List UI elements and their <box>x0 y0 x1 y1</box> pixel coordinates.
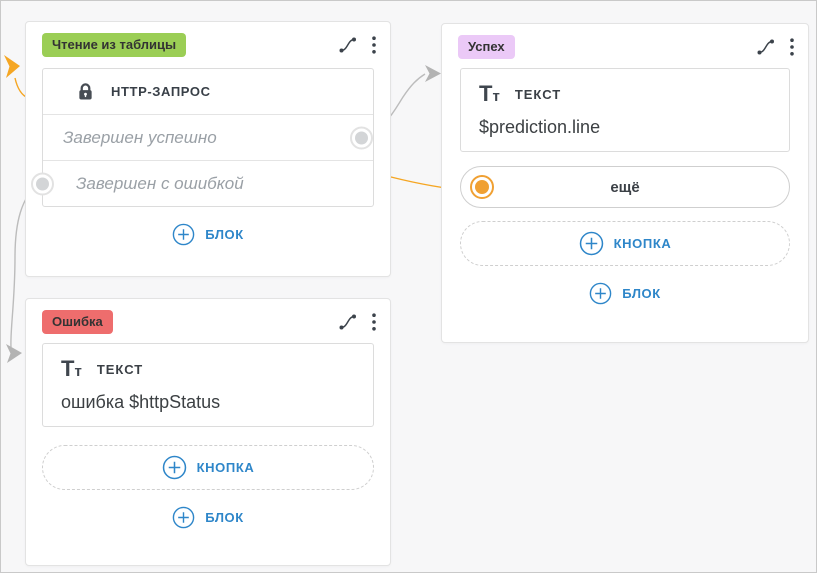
arrowhead-into-success <box>425 65 441 82</box>
plus-icon <box>172 506 195 529</box>
plus-icon <box>579 231 604 256</box>
outcome-error-row[interactable]: Завершен с ошибкой <box>43 161 373 206</box>
plus-icon <box>589 282 612 305</box>
add-button-label: КНОПКА <box>614 236 672 251</box>
http-request-block[interactable]: HTTP-ЗАПРОС Завершен успешно Завершен с … <box>42 68 374 207</box>
card-header: Чтение из таблицы <box>26 22 390 66</box>
kebab-menu-icon[interactable] <box>790 38 794 56</box>
connections-icon[interactable] <box>338 313 358 331</box>
more-button-label: ещё <box>610 179 639 196</box>
outcome-error-label: Завершен с ошибкой <box>76 174 244 194</box>
connection-port-success[interactable] <box>350 126 373 149</box>
flow-canvas: Чтение из таблицы <box>0 0 817 573</box>
connections-icon[interactable] <box>338 36 358 54</box>
add-button-label: КНОПКА <box>197 460 255 475</box>
card-error[interactable]: Ошибка <box>25 298 391 566</box>
http-request-title-row[interactable]: HTTP-ЗАПРОС <box>43 69 373 115</box>
kebab-menu-icon[interactable] <box>372 313 376 331</box>
connection-port-error[interactable] <box>31 172 54 195</box>
add-block-button[interactable]: БЛОК <box>583 281 667 306</box>
add-block-label: БЛОК <box>205 510 244 525</box>
card-title-badge[interactable]: Успех <box>458 35 515 59</box>
text-block-content[interactable]: $prediction.line <box>479 114 775 138</box>
card-header: Успех <box>442 24 808 68</box>
http-block-title: HTTP-ЗАПРОС <box>111 84 211 99</box>
text-block-type-label: ТЕКСТ <box>515 87 561 105</box>
plus-icon <box>172 223 195 246</box>
text-block[interactable]: Tт ТЕКСТ ошибка $httpStatus <box>42 343 374 427</box>
plus-icon <box>162 455 187 480</box>
arrowhead-into-read-table <box>4 55 20 78</box>
add-button-button[interactable]: КНОПКА <box>460 221 790 266</box>
outcome-success-label: Завершен успешно <box>63 128 217 148</box>
card-title-badge[interactable]: Ошибка <box>42 310 113 334</box>
add-block-button[interactable]: БЛОК <box>166 505 250 530</box>
kebab-menu-icon[interactable] <box>372 36 376 54</box>
text-block[interactable]: Tт ТЕКСТ $prediction.line <box>460 68 790 152</box>
add-block-button[interactable]: БЛОК <box>166 222 250 247</box>
lock-icon <box>77 82 94 101</box>
text-block-type-label: ТЕКСТ <box>97 362 143 380</box>
text-icon: Tт <box>479 83 500 105</box>
card-header: Ошибка <box>26 299 390 343</box>
more-button[interactable]: ещё <box>460 166 790 208</box>
text-icon: Tт <box>61 358 82 380</box>
add-button-button[interactable]: КНОПКА <box>42 445 374 490</box>
connection-port-more[interactable] <box>470 175 494 199</box>
text-block-content[interactable]: ошибка $httpStatus <box>61 389 359 413</box>
arrowhead-into-error <box>6 344 22 363</box>
add-block-label: БЛОК <box>205 227 244 242</box>
card-title-badge[interactable]: Чтение из таблицы <box>42 33 186 57</box>
card-success[interactable]: Успех <box>441 23 809 343</box>
connections-icon[interactable] <box>756 38 776 56</box>
card-read-table[interactable]: Чтение из таблицы <box>25 21 391 277</box>
add-block-label: БЛОК <box>622 286 661 301</box>
outcome-success-row[interactable]: Завершен успешно <box>43 115 373 161</box>
